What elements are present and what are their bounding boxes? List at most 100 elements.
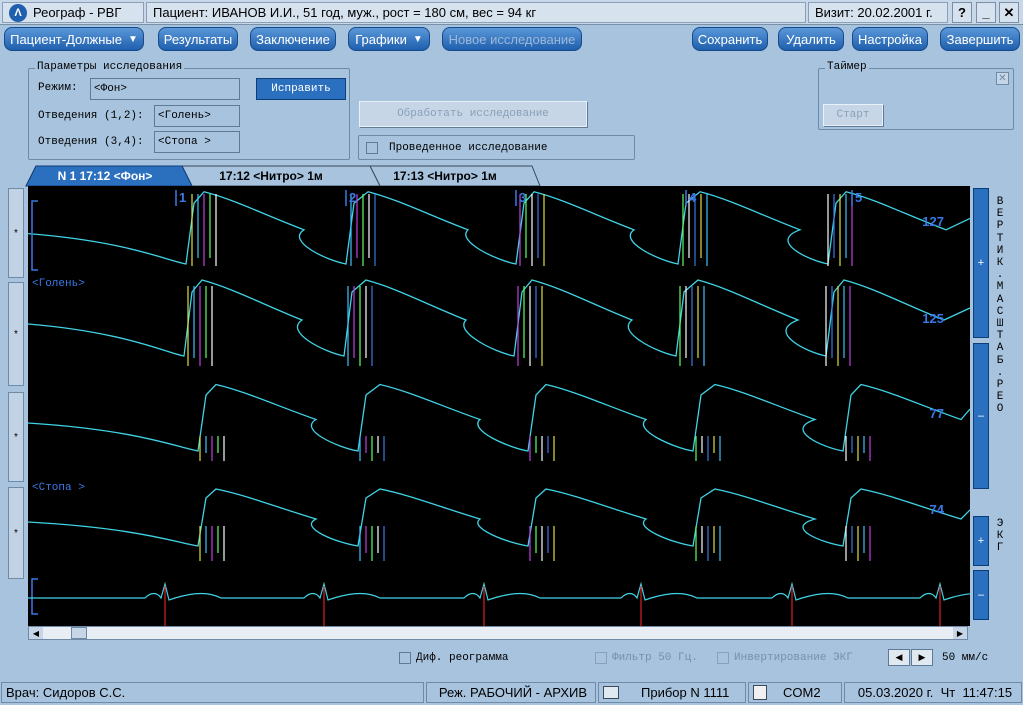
vert-scale-label-char: А: [996, 293, 1004, 306]
status-device: Прибор N 1111: [598, 682, 746, 703]
filter-label: Фильтр 50 Гц.: [612, 652, 698, 664]
vert-scale-label-char: И: [996, 244, 1004, 257]
calibration-bracket: [31, 578, 38, 615]
status-doctor: Врач: Сидоров С.С.: [1, 682, 424, 703]
lead-label-shin: <Голень>: [32, 278, 85, 290]
scroll-left-icon[interactable]: ◀: [29, 627, 43, 639]
process-study-button[interactable]: Обработать исследование: [359, 101, 587, 127]
channel1-selector[interactable]: *: [8, 188, 24, 278]
lead12-label: Отведения (1,2):: [38, 110, 144, 122]
vert-scale-label-char: М: [996, 281, 1004, 294]
port-text: COM2: [783, 685, 821, 700]
exit-button[interactable]: Завершить: [940, 27, 1020, 51]
scroll-right-icon[interactable]: ▶: [953, 627, 967, 639]
filter-checkbox[interactable]: [595, 652, 607, 664]
speed-down-button[interactable]: ◀: [888, 649, 910, 666]
vert-scale-label: ВЕРТИК.МАСШТАБ.РЕО: [993, 196, 1007, 416]
done-study-text: Проведенное исследование: [389, 142, 548, 154]
device-text: Прибор N 1111: [641, 685, 730, 700]
channel-value: 74: [930, 502, 945, 517]
channel3-trace: [28, 383, 970, 452]
speed-value: 50 мм/с: [942, 652, 989, 664]
done-study-checkbox[interactable]: [366, 142, 378, 154]
delete-button[interactable]: Удалить: [778, 27, 844, 51]
timer-start-button[interactable]: Старт: [823, 104, 883, 126]
timer-close-icon[interactable]: ✕: [996, 72, 1009, 85]
graphs-label: Графики: [355, 31, 407, 47]
channel1-trace: [28, 191, 970, 265]
vert-scale-label-char: К: [996, 257, 1004, 270]
diff-checkbox[interactable]: [399, 652, 411, 664]
rheogram-chart: 1 2 3 4 5 127 125 77 74 <Голень> <Стопа >: [28, 186, 970, 626]
minimize-button[interactable]: _: [976, 2, 996, 23]
vert-scale-label-char: Ш: [996, 318, 1004, 331]
lead34-field[interactable]: <Стопа >: [154, 131, 240, 153]
channel-value: 77: [930, 406, 944, 421]
lead12-field[interactable]: <Голень>: [154, 105, 240, 127]
channel-value: 125: [922, 311, 944, 326]
vert-scale-label-char: Т: [996, 330, 1004, 343]
beat-marker-label: 2: [349, 190, 356, 205]
conclusion-button[interactable]: Заключение: [250, 27, 336, 51]
beat-marker-label: 3: [519, 190, 526, 205]
ekg-label-char: Э: [996, 518, 1004, 530]
vert-scale-label-char: Р: [996, 220, 1004, 233]
lead34-label: Отведения (3,4):: [38, 136, 144, 148]
vert-scale-label-char: .: [996, 366, 1004, 379]
vert-scale-label-char: Е: [996, 208, 1004, 221]
invert-ekg-checkbox[interactable]: [717, 652, 729, 664]
vert-scale-label-char: Т: [996, 232, 1004, 245]
ekg-label-char: Г: [996, 542, 1004, 555]
beat-marker-label: 4: [689, 190, 697, 205]
calibration-bracket: [31, 200, 38, 271]
channel4-selector[interactable]: *: [8, 487, 24, 579]
h-scrollbar[interactable]: ◀ ▶: [28, 626, 968, 640]
ekg-label: ЭКГ: [993, 518, 1007, 555]
tab-nitro-2[interactable]: 17:13 <Нитро> 1м: [370, 166, 520, 186]
timer-title: Таймер: [825, 61, 869, 73]
port-icon: [753, 685, 767, 700]
vert-scale-plus-button[interactable]: +: [973, 188, 989, 338]
patient-info: Пациент: ИВАНОВ И.И., 51 год, муж., рост…: [146, 2, 806, 23]
mode-label: Режим:: [38, 82, 78, 94]
vert-scale-label-char: А: [996, 342, 1004, 355]
app-title: Λ Реограф - РВГ: [2, 2, 144, 23]
channel3-selector[interactable]: *: [8, 392, 24, 482]
time-text: 11:47:15: [962, 685, 1013, 700]
vert-scale-label-char: С: [996, 305, 1004, 318]
save-button[interactable]: Сохранить: [692, 27, 768, 51]
visit-date: Визит: 20.02.2001 г.: [808, 2, 948, 23]
results-button[interactable]: Результаты: [158, 27, 238, 51]
title-bar: Λ Реограф - РВГ Пациент: ИВАНОВ И.И., 51 …: [0, 0, 1023, 25]
study-params-title: Параметры исследования: [35, 61, 185, 73]
tab-background[interactable]: N 1 17:12 <Фон>: [40, 166, 170, 186]
channel2-selector[interactable]: *: [8, 282, 24, 386]
new-study-button[interactable]: Новое исследование: [442, 27, 582, 51]
diff-label: Диф. реограмма: [416, 652, 509, 664]
channel2-trace: [28, 279, 970, 357]
ekg-trace: [28, 581, 970, 601]
calendar-icon: [603, 686, 619, 699]
close-button[interactable]: ✕: [999, 2, 1019, 23]
vert-scale-minus-button[interactable]: –: [973, 343, 989, 489]
settings-button[interactable]: Настройка: [852, 27, 928, 51]
channel4-trace: [28, 488, 970, 547]
beat-marker-label: 1: [179, 190, 186, 205]
toolbar: Пациент-Должные ▼ Результаты Заключение Г…: [0, 26, 1023, 54]
scroll-thumb[interactable]: [71, 627, 87, 639]
speed-up-button[interactable]: ▶: [911, 649, 933, 666]
ekg-minus-button[interactable]: –: [973, 570, 989, 620]
graphs-button[interactable]: Графики ▼: [348, 27, 430, 51]
chevron-down-icon: ▼: [412, 33, 423, 45]
fix-button[interactable]: Исправить: [256, 78, 346, 100]
mode-field[interactable]: <Фон>: [90, 78, 240, 100]
patient-norms-label: Пациент-Должные: [10, 31, 122, 47]
vert-scale-label-char: Е: [996, 391, 1004, 404]
vert-scale-label-char: Р: [996, 379, 1004, 392]
ekg-plus-button[interactable]: +: [973, 516, 989, 566]
status-port: COM2: [748, 682, 842, 703]
patient-norms-button[interactable]: Пациент-Должные ▼: [4, 27, 144, 51]
lead-label-foot: <Стопа >: [32, 482, 85, 494]
help-button[interactable]: ?: [952, 2, 972, 23]
tab-nitro-1[interactable]: 17:12 <Нитро> 1м: [196, 166, 346, 186]
